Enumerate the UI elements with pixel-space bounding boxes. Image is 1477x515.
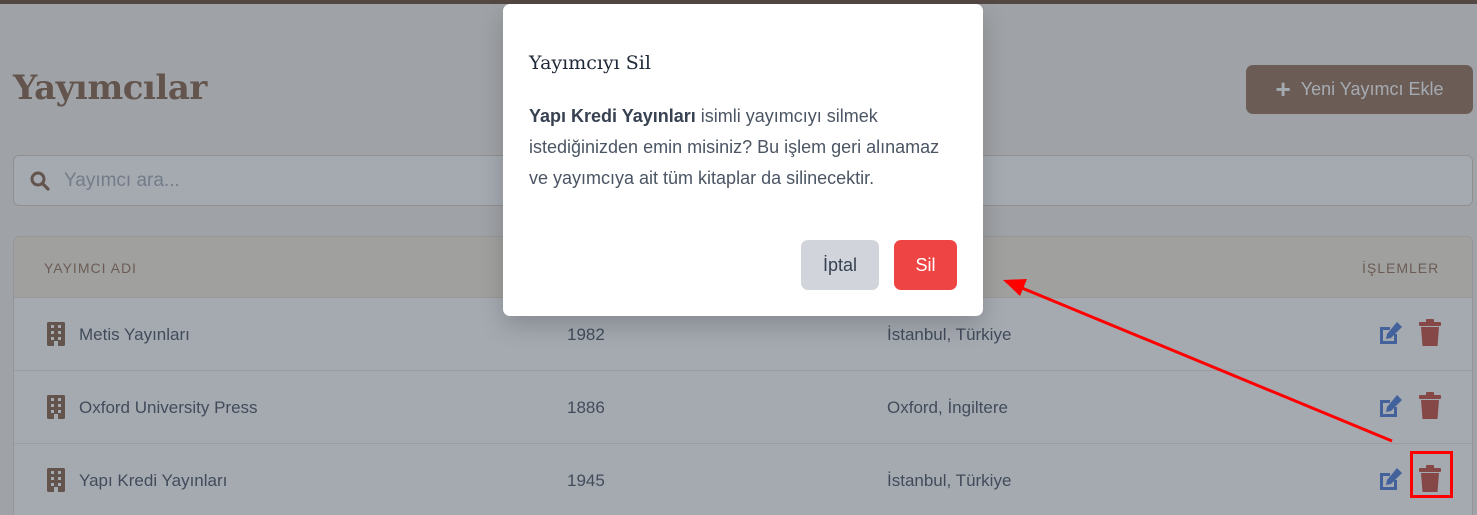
- annotation-arrow: [1003, 279, 1393, 443]
